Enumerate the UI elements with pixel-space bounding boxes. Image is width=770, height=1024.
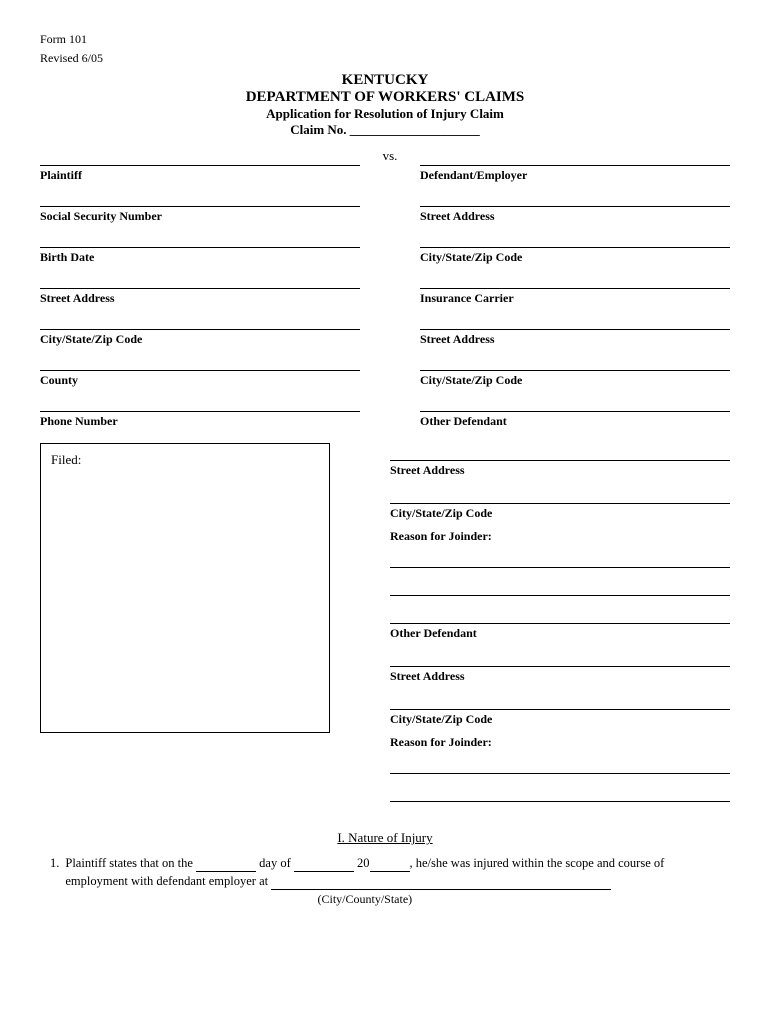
p1-text-after: , he/she was injured within the scope an… [410, 856, 665, 870]
other-defendant-2-label: Other Defendant [390, 626, 730, 641]
form-number: Form 101 [40, 30, 730, 49]
plaintiff-line[interactable] [40, 148, 360, 166]
street-address-label-left: Street Address [40, 291, 360, 306]
right-section-2: Street Address City/State/Zip Code Reaso… [330, 443, 730, 812]
other-def-2-city-field: City/State/Zip Code [390, 692, 730, 727]
city-county-state-label: (City/County/State) [65, 892, 664, 907]
street-address-field-right: Street Address [420, 189, 730, 224]
reason-joinder-1-lines [390, 550, 730, 596]
defendant-label: Defendant/Employer [420, 168, 730, 183]
county-label: County [40, 373, 360, 388]
title-dept: DEPARTMENT OF WORKERS' CLAIMS [40, 89, 730, 106]
county-field: County [40, 353, 360, 388]
other-def-street-label: Street Address [390, 463, 730, 478]
county-line[interactable] [40, 353, 360, 371]
phone-label: Phone Number [40, 414, 360, 429]
other-defendant-field: Other Defendant [420, 394, 730, 429]
p1-text-before: Plaintiff states that on the [65, 856, 193, 870]
other-def-street-line[interactable] [390, 443, 730, 461]
p1-text-day: day of [259, 856, 291, 870]
title-kentucky: KENTUCKY [40, 72, 730, 89]
city-state-zip-line-left[interactable] [40, 312, 360, 330]
city-state-zip-2-label-right: City/State/Zip Code [420, 373, 730, 388]
city-state-zip-2-line-right[interactable] [420, 353, 730, 371]
street-address-2-line-right[interactable] [420, 312, 730, 330]
city-state-zip-field-right: City/State/Zip Code [420, 230, 730, 265]
other-def-2-city-label: City/State/Zip Code [390, 712, 730, 727]
street-address-field-left: Street Address [40, 271, 360, 306]
reason-joinder-2-lines [390, 756, 730, 802]
phone-line[interactable] [40, 394, 360, 412]
p1-number: 1. [50, 856, 59, 907]
p1-blank-month[interactable] [294, 856, 354, 872]
insurance-carrier-label: Insurance Carrier [420, 291, 730, 306]
filed-label: Filed: [51, 452, 81, 467]
birth-date-label: Birth Date [40, 250, 360, 265]
p1-row: 1. Plaintiff states that on the day of 2… [50, 856, 730, 907]
defendant-line[interactable] [420, 148, 730, 166]
reason-joinder-2-label: Reason for Joinder: [390, 735, 730, 750]
right-column: Defendant/Employer Street Address City/S… [420, 148, 730, 435]
other-def-street-field: Street Address [390, 443, 730, 478]
other-defendant-line[interactable] [420, 394, 730, 412]
p1-blank-day[interactable] [196, 856, 256, 872]
p1-employment-text: employment with defendant employer at [65, 874, 268, 888]
ssn-field: Social Security Number [40, 189, 360, 224]
p1-content: Plaintiff states that on the day of 20 ,… [65, 856, 664, 907]
section-title: I. Nature of Injury [40, 830, 730, 846]
vs-row: Plaintiff Social Security Number Birth D… [40, 148, 730, 435]
other-def-city-label: City/State/Zip Code [390, 506, 730, 521]
reason-joinder-2: Reason for Joinder: [390, 735, 730, 802]
insurance-carrier-line[interactable] [420, 271, 730, 289]
form-meta: Form 101 Revised 6/05 [40, 30, 730, 68]
reason-joinder-1: Reason for Joinder: [390, 529, 730, 596]
title-application: Application for Resolution of Injury Cla… [40, 106, 730, 122]
claim-number-line: Claim No. ____________________ [40, 122, 730, 138]
defendant-field: Defendant/Employer [420, 148, 730, 183]
form-section-2: Filed: Street Address City/State/Zip Cod… [40, 443, 730, 812]
header: KENTUCKY DEPARTMENT OF WORKERS' CLAIMS A… [40, 72, 730, 138]
p1-blank-year[interactable] [370, 856, 410, 872]
other-def-2-street-label: Street Address [390, 669, 730, 684]
other-def-city-line[interactable] [390, 486, 730, 504]
other-def-2-street-line[interactable] [390, 649, 730, 667]
phone-field: Phone Number [40, 394, 360, 429]
plaintiff-field: Plaintiff [40, 148, 360, 183]
filed-box: Filed: [40, 443, 330, 733]
p1-text-20: 20 [357, 856, 370, 870]
other-def-city-field: City/State/Zip Code [390, 486, 730, 521]
reason-joinder-1-line-2[interactable] [390, 578, 730, 596]
street-address-line-right[interactable] [420, 189, 730, 207]
city-state-zip-label-left: City/State/Zip Code [40, 332, 360, 347]
other-def-2-street-field: Street Address [390, 649, 730, 684]
ssn-line[interactable] [40, 189, 360, 207]
ssn-label: Social Security Number [40, 209, 360, 224]
plaintiff-label: Plaintiff [40, 168, 360, 183]
street-address-2-label-right: Street Address [420, 332, 730, 347]
street-address-line-left[interactable] [40, 271, 360, 289]
street-address-label-right: Street Address [420, 209, 730, 224]
other-def-2-city-line[interactable] [390, 692, 730, 710]
insurance-carrier-field: Insurance Carrier [420, 271, 730, 306]
paragraph-1: 1. Plaintiff states that on the day of 2… [40, 856, 730, 907]
city-state-zip-2-right: City/State/Zip Code [420, 353, 730, 388]
p1-employment-row: employment with defendant employer at [65, 874, 664, 890]
birth-date-field: Birth Date [40, 230, 360, 265]
revised-date: Revised 6/05 [40, 49, 730, 68]
other-defendant-label: Other Defendant [420, 414, 730, 429]
reason-joinder-2-line-1[interactable] [390, 756, 730, 774]
city-state-zip-line-right[interactable] [420, 230, 730, 248]
reason-joinder-2-line-2[interactable] [390, 784, 730, 802]
left-column: Plaintiff Social Security Number Birth D… [40, 148, 360, 435]
reason-joinder-1-line-1[interactable] [390, 550, 730, 568]
street-address-2-right: Street Address [420, 312, 730, 347]
birth-date-line[interactable] [40, 230, 360, 248]
vs-label: vs. [360, 148, 420, 164]
reason-joinder-1-label: Reason for Joinder: [390, 529, 730, 544]
other-defendant-2-line[interactable] [390, 606, 730, 624]
other-defendant-2-field: Other Defendant [390, 606, 730, 641]
p1-employment-blank[interactable] [271, 874, 611, 890]
city-state-zip-label-right: City/State/Zip Code [420, 250, 730, 265]
city-state-zip-field-left: City/State/Zip Code [40, 312, 360, 347]
